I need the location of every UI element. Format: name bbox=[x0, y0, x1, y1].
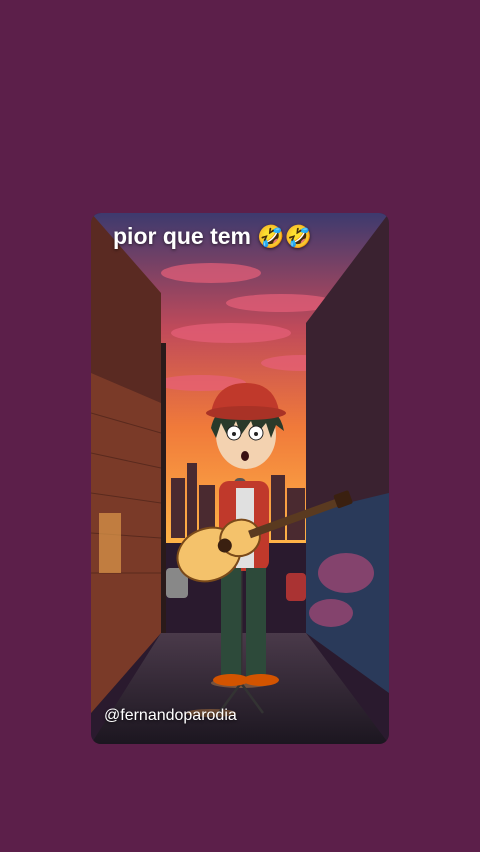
video-caption: pior que tem 🤣🤣 bbox=[113, 223, 312, 250]
laughing-emoji-icon: 🤣🤣 bbox=[257, 225, 313, 250]
video-frame-illustration bbox=[91, 213, 389, 744]
caption-text: pior que tem bbox=[113, 223, 252, 249]
video-card[interactable]: pior que tem 🤣🤣 @fernandoparodia bbox=[91, 213, 389, 744]
creator-watermark: @fernandoparodia bbox=[104, 707, 237, 724]
